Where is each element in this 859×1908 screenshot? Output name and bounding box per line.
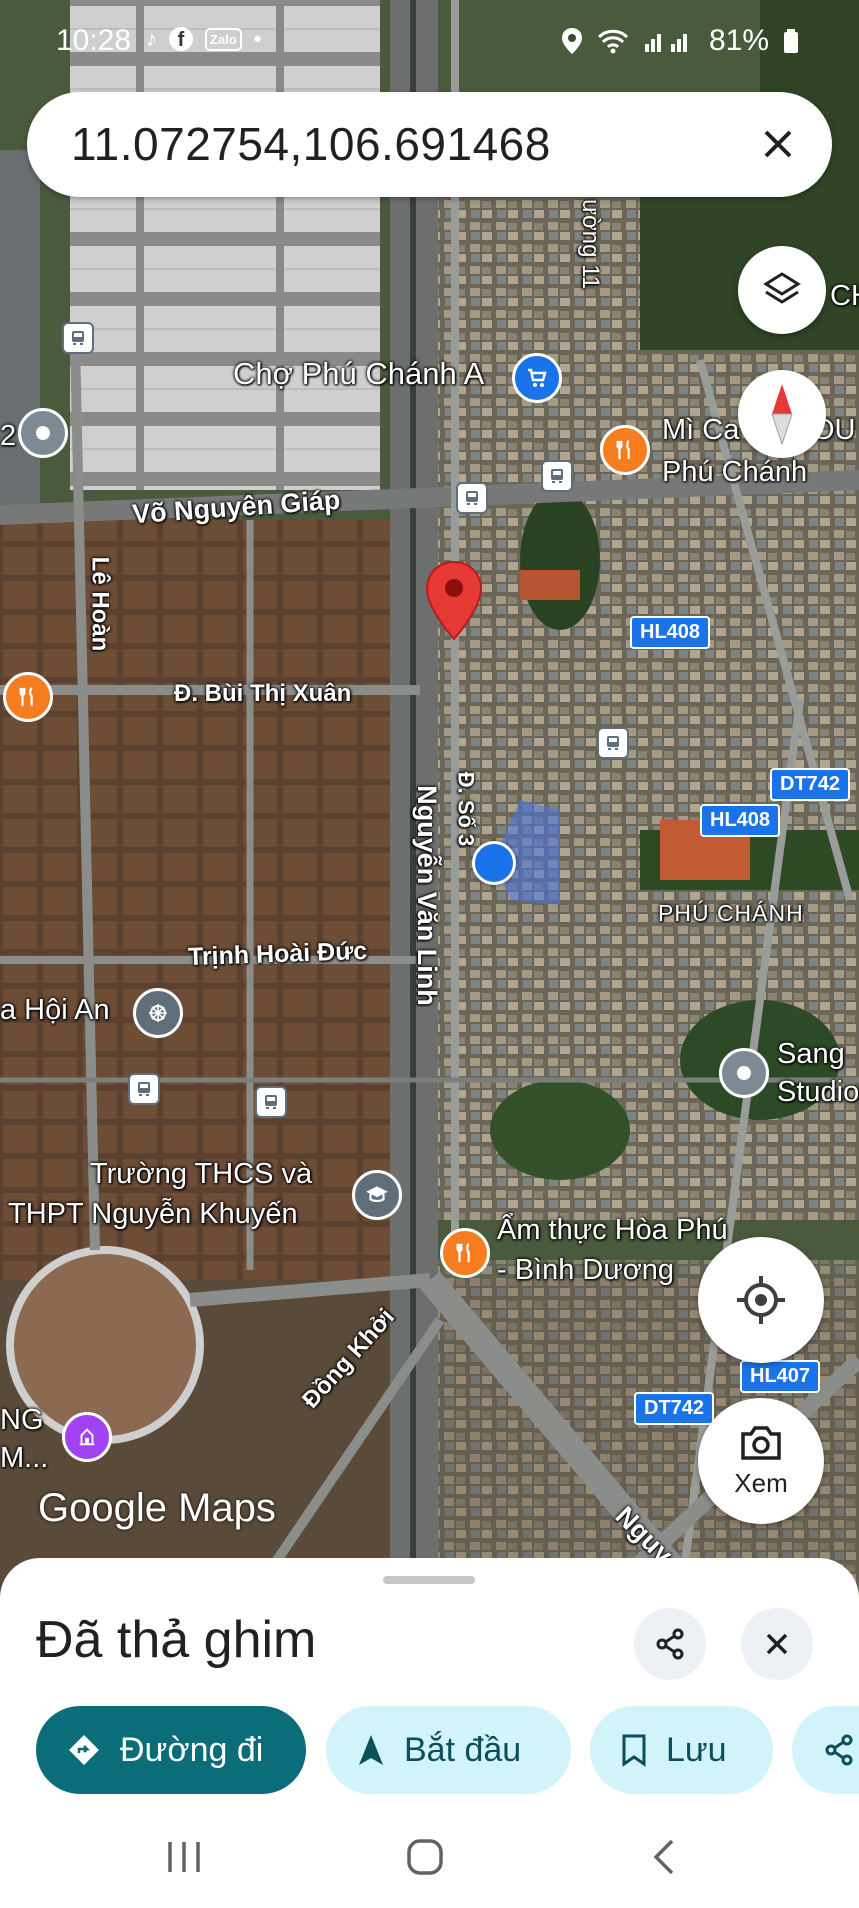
back-icon[interactable]	[652, 1838, 676, 1876]
share-chip-icon	[825, 1734, 853, 1766]
street-view-label: Xem	[734, 1467, 788, 1498]
label-left-2: 2	[0, 420, 17, 452]
drag-handle[interactable]	[383, 1576, 475, 1584]
facebook-icon: f	[169, 27, 193, 51]
recent-apps-icon[interactable]	[166, 1840, 202, 1874]
start-chip-label: Bắt đầu	[404, 1730, 522, 1769]
share-icon	[656, 1628, 684, 1660]
bus-stop-icon[interactable]	[597, 727, 629, 759]
layers-icon	[763, 272, 801, 304]
close-sheet-button[interactable]	[741, 1608, 813, 1680]
route-shield-hl408-b: HL408	[700, 804, 781, 837]
route-shield-dt742-b: DT742	[634, 1392, 715, 1425]
battery-level: 81%	[708, 24, 769, 57]
label-food-2[interactable]: - Bình Dương	[497, 1254, 674, 1287]
action-chips: Đường đi Bắt đầu Lưu	[36, 1706, 859, 1796]
bus-stop-icon[interactable]	[456, 482, 488, 514]
battery-icon	[784, 29, 798, 53]
label-school-2[interactable]: THPT Nguyễn Khuyến	[8, 1198, 298, 1231]
status-time: 10:28	[56, 24, 132, 57]
restaurant-icon-left[interactable]	[3, 672, 53, 722]
location-icon	[561, 28, 582, 54]
notification-icons: ♪ f Zalo •	[146, 26, 261, 52]
road-le-hoan: Lê Hoàn	[86, 556, 114, 652]
label-ng: NG	[0, 1404, 44, 1436]
label-duong11: ường 11	[577, 198, 605, 290]
label-school-1[interactable]: Trường THCS và	[90, 1158, 312, 1191]
bookmark-icon	[622, 1734, 646, 1767]
school-icon[interactable]	[352, 1170, 402, 1220]
label-market[interactable]: Chợ Phú Chánh A	[233, 356, 484, 392]
camera-icon	[741, 1425, 781, 1460]
label-ch: CH	[830, 280, 859, 312]
label-hoi-an[interactable]: a Hội An	[0, 994, 110, 1027]
route-shield-dt742-a: DT742	[770, 768, 851, 801]
label-phu-chanh: PHÚ CHÁNH	[658, 900, 804, 926]
directions-chip-label: Đường đi	[120, 1730, 264, 1769]
share-button[interactable]	[634, 1608, 706, 1680]
restaurant-icon[interactable]	[600, 425, 650, 475]
road-so-3: Đ. Số 3	[453, 771, 479, 847]
zalo-icon: Zalo	[205, 27, 242, 51]
my-location-button[interactable]	[698, 1237, 824, 1363]
temple-icon[interactable]	[133, 988, 183, 1038]
search-bar[interactable]: 11.072754,106.691468	[27, 92, 832, 197]
my-location-icon	[737, 1276, 785, 1324]
dropped-pin-icon[interactable]	[424, 560, 484, 642]
search-input[interactable]: 11.072754,106.691468	[71, 117, 551, 171]
signal-icon	[644, 34, 687, 52]
label-studio-2[interactable]: Studio	[777, 1076, 859, 1109]
shopping-cart-icon[interactable]	[512, 353, 562, 403]
label-m: M...	[0, 1442, 49, 1474]
road-nguyen-van-linh: Nguyễn Văn Linh	[411, 785, 442, 1006]
share-chip[interactable]	[792, 1706, 859, 1794]
street-view-button[interactable]: Xem	[698, 1398, 824, 1524]
navigation-icon	[359, 1735, 383, 1765]
bus-stop-icon[interactable]	[255, 1086, 287, 1118]
tiktok-icon: ♪	[146, 26, 157, 51]
monument-icon[interactable]	[62, 1412, 112, 1462]
route-shield-hl408-a: HL408	[630, 616, 711, 649]
save-chip-label: Lưu	[666, 1730, 727, 1769]
close-icon	[766, 1633, 788, 1655]
place-icon-studio[interactable]	[719, 1048, 769, 1098]
label-noodle-1[interactable]: Mì Ca	[662, 414, 739, 447]
directions-chip[interactable]: Đường đi	[36, 1706, 306, 1794]
compass-icon	[771, 384, 793, 446]
system-nav-bar	[0, 1800, 859, 1908]
bus-stop-icon[interactable]	[541, 460, 573, 492]
dot-icon: •	[253, 26, 262, 51]
place-icon-left[interactable]	[18, 408, 68, 458]
route-shield-hl407: HL407	[740, 1360, 821, 1393]
map-view[interactable]: Chợ Phú Chánh A Mì Ca OU Phú Chánh ường …	[0, 0, 859, 1600]
bus-stop-icon[interactable]	[62, 322, 94, 354]
directions-icon	[69, 1735, 99, 1765]
compass-button[interactable]	[738, 370, 826, 458]
clear-search-close-icon[interactable]	[752, 118, 804, 170]
status-right: 81%	[561, 24, 799, 58]
sheet-title: Đã thả ghim	[36, 1611, 317, 1669]
status-bar: 10:28 ♪ f Zalo • 81%	[0, 0, 859, 85]
restaurant-icon-food[interactable]	[440, 1228, 490, 1278]
home-icon[interactable]	[406, 1838, 444, 1876]
label-studio-1[interactable]: Sang	[777, 1038, 845, 1071]
start-chip[interactable]: Bắt đầu	[326, 1706, 571, 1794]
my-location-dot	[472, 841, 516, 885]
bus-stop-icon[interactable]	[128, 1073, 160, 1105]
label-noodle-2[interactable]: Phú Chánh	[662, 456, 807, 489]
label-food-1[interactable]: Ẩm thực Hòa Phú	[497, 1214, 728, 1247]
google-maps-logo: Google Maps	[38, 1486, 276, 1530]
wifi-icon	[597, 29, 629, 54]
save-chip[interactable]: Lưu	[590, 1706, 773, 1794]
layers-button[interactable]	[738, 246, 826, 334]
road-bui-thi-xuan: Đ. Bùi Thị Xuân	[174, 680, 352, 707]
